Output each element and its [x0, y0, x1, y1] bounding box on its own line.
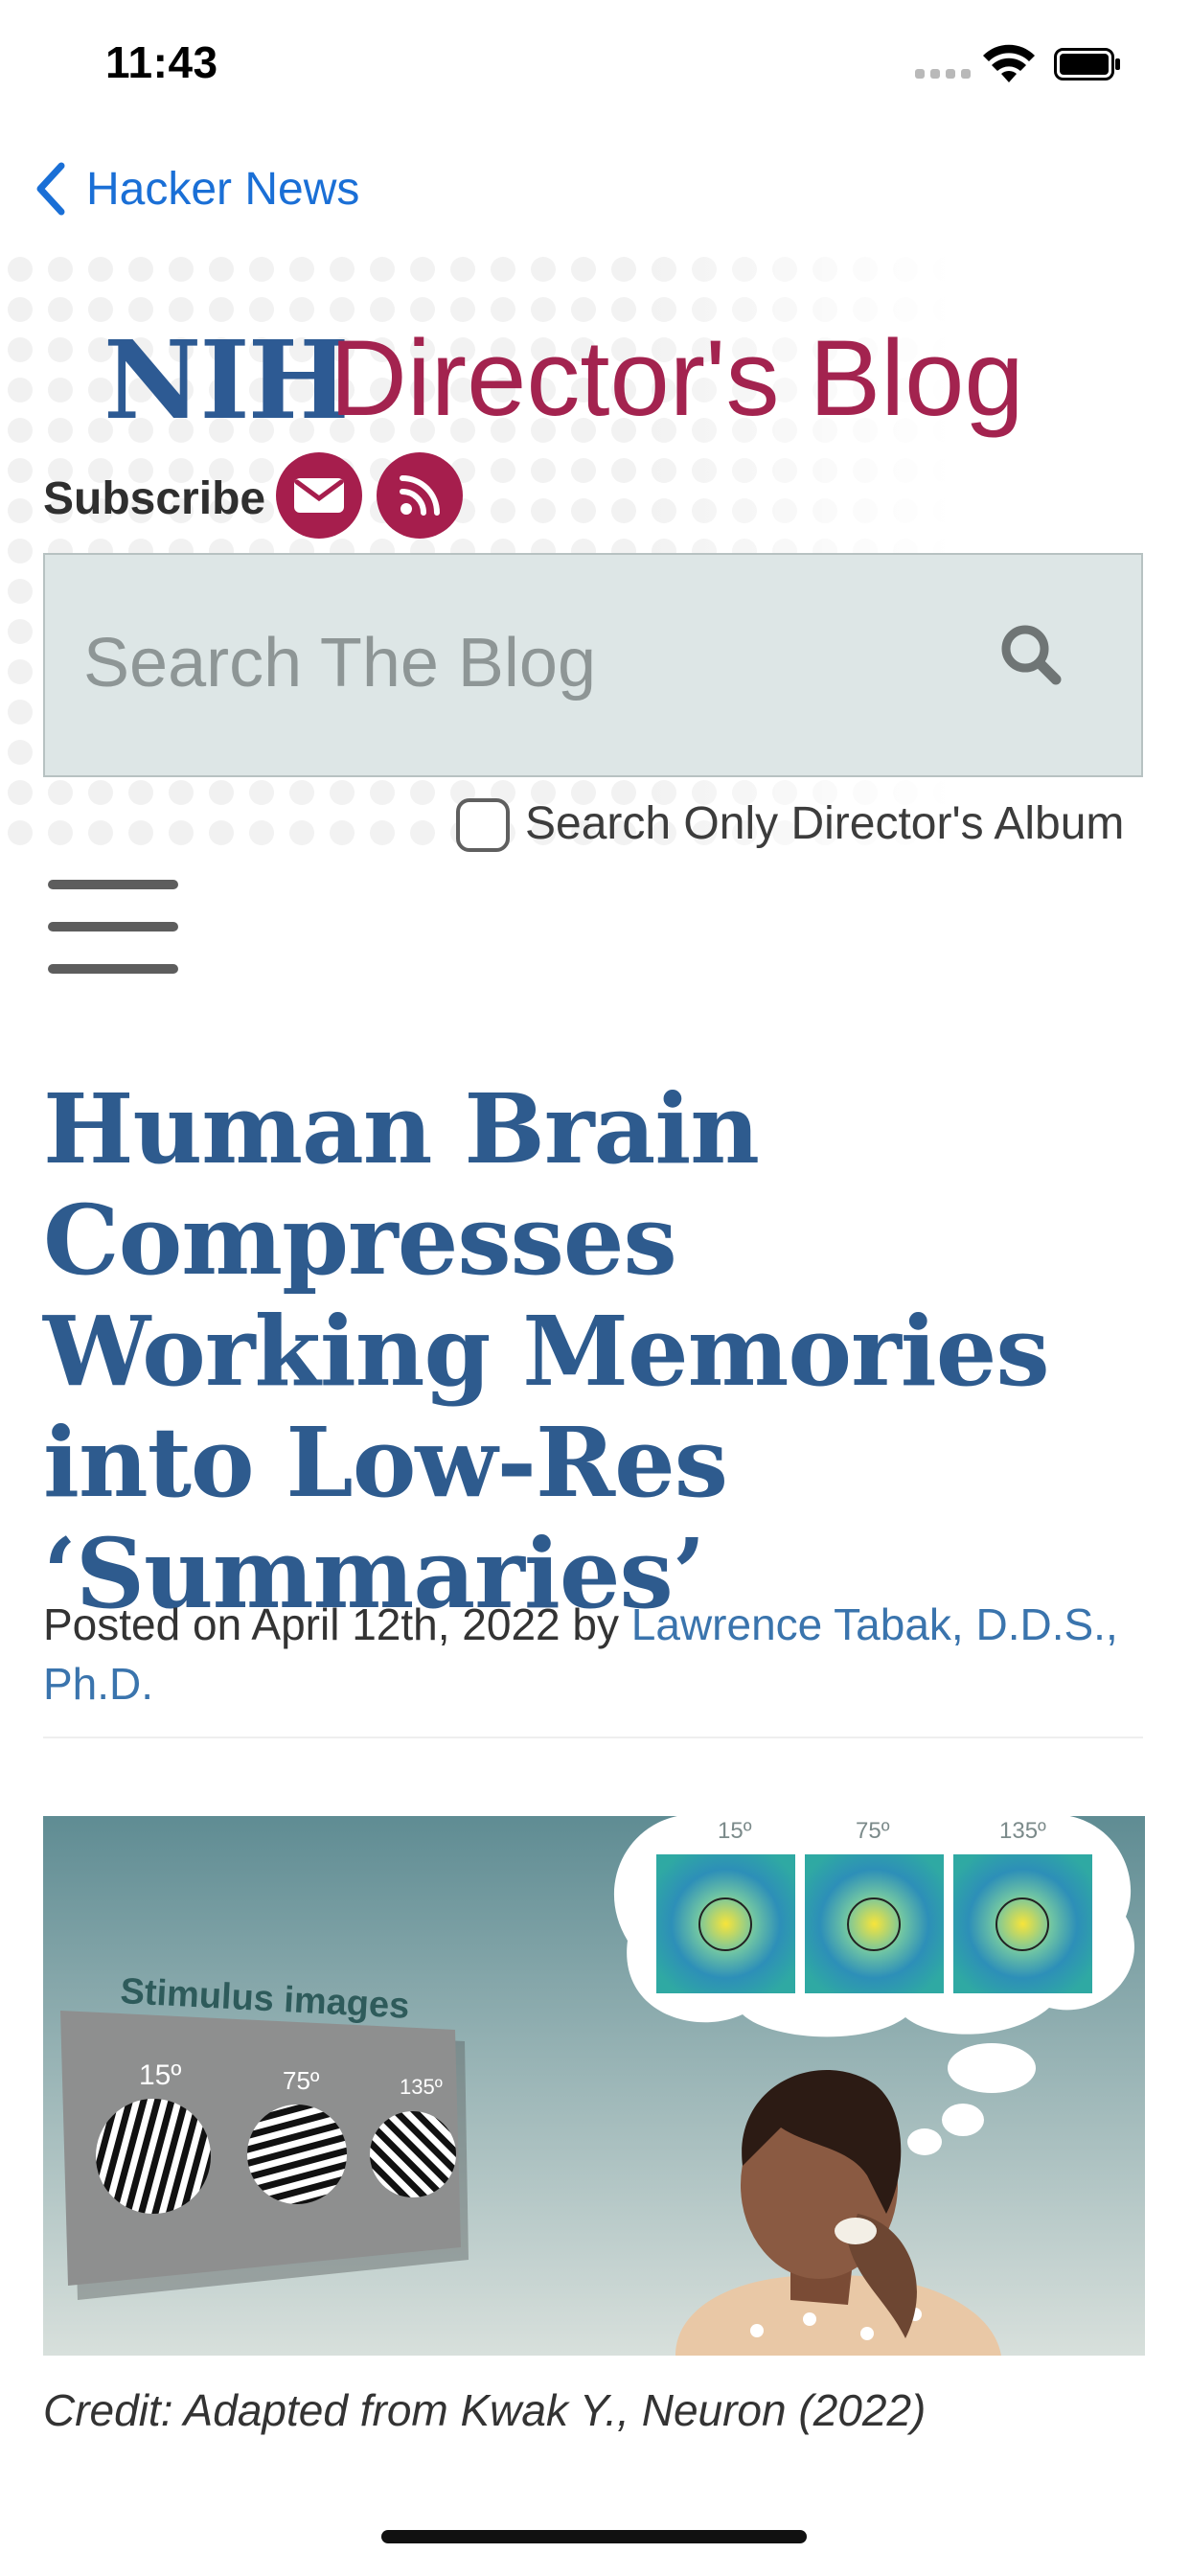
- menu-bar-icon: [48, 880, 178, 889]
- divider: [43, 1736, 1143, 1738]
- rss-subscribe-button[interactable]: [377, 452, 463, 539]
- rss-icon: [400, 475, 440, 516]
- chevron-left-icon: [36, 162, 65, 216]
- envelope-icon: [294, 478, 344, 513]
- back-label: Hacker News: [86, 163, 360, 215]
- blog-search-field[interactable]: Search The Blog: [43, 553, 1143, 777]
- post-meta: Posted on April 12th, 2022 by Lawrence T…: [43, 1595, 1155, 1714]
- article-title: Human Brain Compresses Working Memories …: [43, 1072, 1050, 1630]
- wifi-icon: [983, 44, 1035, 82]
- stimulus-angle-3: 135º: [400, 2075, 443, 2099]
- search-placeholder: Search The Blog: [83, 625, 597, 702]
- logo-nih: NIH: [103, 318, 350, 444]
- battery-icon: [1054, 48, 1120, 80]
- album-only-checkbox[interactable]: [456, 798, 510, 852]
- thought-angle-2: 75º: [856, 1818, 890, 1844]
- thought-angle-1: 15º: [718, 1818, 752, 1844]
- menu-button[interactable]: [48, 880, 180, 976]
- posted-date: Posted on April 12th, 2022 by: [43, 1599, 631, 1649]
- subscribe-label: Subscribe: [43, 473, 266, 524]
- album-only-label: Search Only Director's Album: [525, 798, 1125, 849]
- search-icon[interactable]: [989, 612, 1075, 699]
- email-subscribe-button[interactable]: [276, 452, 362, 539]
- stimulus-angle-1: 15º: [139, 2059, 181, 2091]
- stimulus-angle-2: 75º: [283, 2066, 320, 2095]
- thought-angle-3: 135º: [999, 1818, 1046, 1844]
- menu-bar-icon: [48, 922, 178, 932]
- status-time: 11:43: [105, 37, 218, 87]
- home-indicator[interactable]: [381, 2530, 807, 2543]
- article-figure: Stimulus images 15º 75º 135º 15º 75º 135…: [43, 1785, 1145, 2356]
- menu-bar-icon: [48, 964, 178, 974]
- logo-directors-blog: Director's Blog: [330, 318, 1024, 438]
- cellular-signal-icon: [915, 69, 971, 80]
- figure-credit: Credit: Adapted from Kwak Y., Neuron (20…: [43, 2385, 927, 2435]
- back-button[interactable]: Hacker News: [34, 155, 359, 222]
